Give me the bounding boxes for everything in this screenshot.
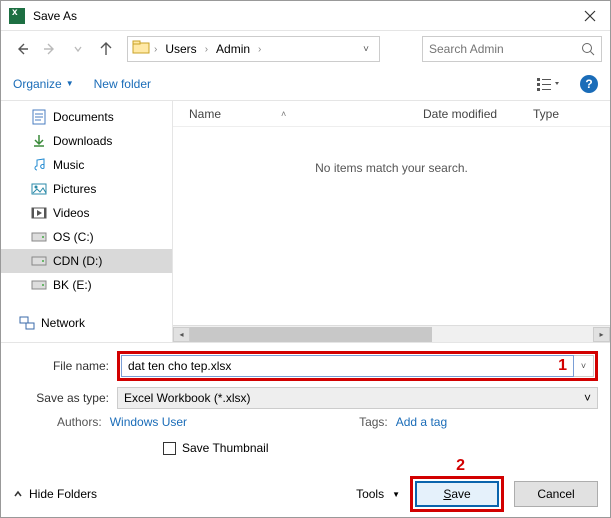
titlebar: Save As xyxy=(1,1,610,31)
arrow-up-icon xyxy=(98,41,114,57)
horizontal-scrollbar[interactable]: ◂ ▸ xyxy=(173,325,610,342)
address-dropdown[interactable]: ˅ xyxy=(357,44,375,55)
view-options-button[interactable] xyxy=(536,72,560,96)
save-highlight: 2 Save xyxy=(410,476,504,512)
drive-icon xyxy=(31,277,47,293)
tags-label: Tags: xyxy=(359,415,388,429)
navigation-tree: Documents Downloads Music Pictures Video… xyxy=(1,101,173,342)
chevron-up-icon xyxy=(13,489,23,499)
callout-2: 2 xyxy=(456,457,465,475)
tags-value[interactable]: Add a tag xyxy=(396,415,447,429)
scroll-track[interactable] xyxy=(190,327,593,342)
chevron-right-icon: › xyxy=(258,44,261,55)
cancel-button[interactable]: Cancel xyxy=(514,481,598,507)
dialog-footer: Hide Folders Tools▼ 2 Save Cancel xyxy=(1,471,610,517)
window-title: Save As xyxy=(33,9,570,23)
folder-icon xyxy=(132,40,150,59)
excel-icon xyxy=(9,8,25,24)
drive-icon xyxy=(31,229,47,245)
address-bar[interactable]: › Users › Admin › ˅ xyxy=(127,36,380,62)
close-icon xyxy=(584,10,596,22)
music-icon xyxy=(31,157,47,173)
tree-item-downloads[interactable]: Downloads xyxy=(1,129,172,153)
chevron-right-icon: › xyxy=(205,44,208,55)
recent-dropdown[interactable] xyxy=(65,36,91,62)
column-type[interactable]: Type xyxy=(533,107,610,121)
filename-dropdown[interactable]: ˅ xyxy=(574,355,594,377)
filename-input[interactable] xyxy=(121,355,574,377)
close-button[interactable] xyxy=(570,2,610,30)
authors-value[interactable]: Windows User xyxy=(110,415,187,429)
arrow-right-icon xyxy=(42,41,58,57)
up-button[interactable] xyxy=(93,36,119,62)
breadcrumb-admin[interactable]: Admin xyxy=(212,42,254,56)
refresh-icon xyxy=(394,42,408,56)
save-as-dialog: Save As › Users › Admin › ˅ xyxy=(0,0,611,518)
navbar: › Users › Admin › ˅ xyxy=(1,31,610,67)
scroll-left-button[interactable]: ◂ xyxy=(173,327,190,342)
hide-folders-button[interactable]: Hide Folders xyxy=(13,487,97,501)
drive-icon xyxy=(31,253,47,269)
back-button[interactable] xyxy=(9,36,35,62)
filename-label: File name: xyxy=(13,359,117,373)
scroll-thumb[interactable] xyxy=(190,327,432,342)
breadcrumb-users[interactable]: Users xyxy=(161,42,200,56)
chevron-down-icon xyxy=(73,44,83,54)
tree-item-pictures[interactable]: Pictures xyxy=(1,177,172,201)
authors-label: Authors: xyxy=(57,415,102,429)
organize-menu[interactable]: Organize▼ xyxy=(13,77,74,91)
tools-menu[interactable]: Tools▼ xyxy=(356,487,400,501)
tree-item-network[interactable]: Network xyxy=(1,311,172,335)
tree-item-videos[interactable]: Videos xyxy=(1,201,172,225)
videos-icon xyxy=(31,205,47,221)
toolbar: Organize▼ New folder ? xyxy=(1,67,610,101)
save-button[interactable]: Save xyxy=(415,481,499,507)
search-icon xyxy=(581,42,595,56)
chevron-right-icon: › xyxy=(154,44,157,55)
save-form: File name: ˅ 1 Save as type: Excel Workb… xyxy=(1,342,610,471)
tree-item-drive-e[interactable]: BK (E:) xyxy=(1,273,172,297)
column-name[interactable]: Name˄ xyxy=(173,107,423,121)
column-headers: Name˄ Date modified Type xyxy=(173,101,610,127)
sort-asc-icon: ˄ xyxy=(281,109,286,119)
body: Documents Downloads Music Pictures Video… xyxy=(1,101,610,342)
new-folder-button[interactable]: New folder xyxy=(94,77,151,91)
documents-icon xyxy=(31,109,47,125)
forward-button[interactable] xyxy=(37,36,63,62)
type-label: Save as type: xyxy=(13,391,117,405)
file-list: Name˄ Date modified Type No items match … xyxy=(173,101,610,342)
pictures-icon xyxy=(31,181,47,197)
help-button[interactable]: ? xyxy=(580,75,598,93)
arrow-left-icon xyxy=(14,41,30,57)
tree-item-drive-c[interactable]: OS (C:) xyxy=(1,225,172,249)
save-thumbnail-checkbox[interactable] xyxy=(163,442,176,455)
refresh-button[interactable] xyxy=(388,36,414,62)
network-icon xyxy=(19,315,35,331)
tree-item-drive-d[interactable]: CDN (D:) xyxy=(1,249,172,273)
callout-1: 1 xyxy=(558,357,567,375)
chevron-down-icon: ˅ xyxy=(584,391,591,405)
tree-item-music[interactable]: Music xyxy=(1,153,172,177)
view-icon xyxy=(537,77,559,91)
filename-highlight: ˅ 1 xyxy=(117,351,598,381)
column-date[interactable]: Date modified xyxy=(423,107,533,121)
empty-state: No items match your search. xyxy=(173,127,610,325)
downloads-icon xyxy=(31,133,47,149)
tree-item-documents[interactable]: Documents xyxy=(1,105,172,129)
save-thumbnail-label: Save Thumbnail xyxy=(182,441,269,455)
save-type-dropdown[interactable]: Excel Workbook (*.xlsx) ˅ xyxy=(117,387,598,409)
scroll-right-button[interactable]: ▸ xyxy=(593,327,610,342)
search-box[interactable] xyxy=(422,36,602,62)
search-input[interactable] xyxy=(429,42,569,56)
